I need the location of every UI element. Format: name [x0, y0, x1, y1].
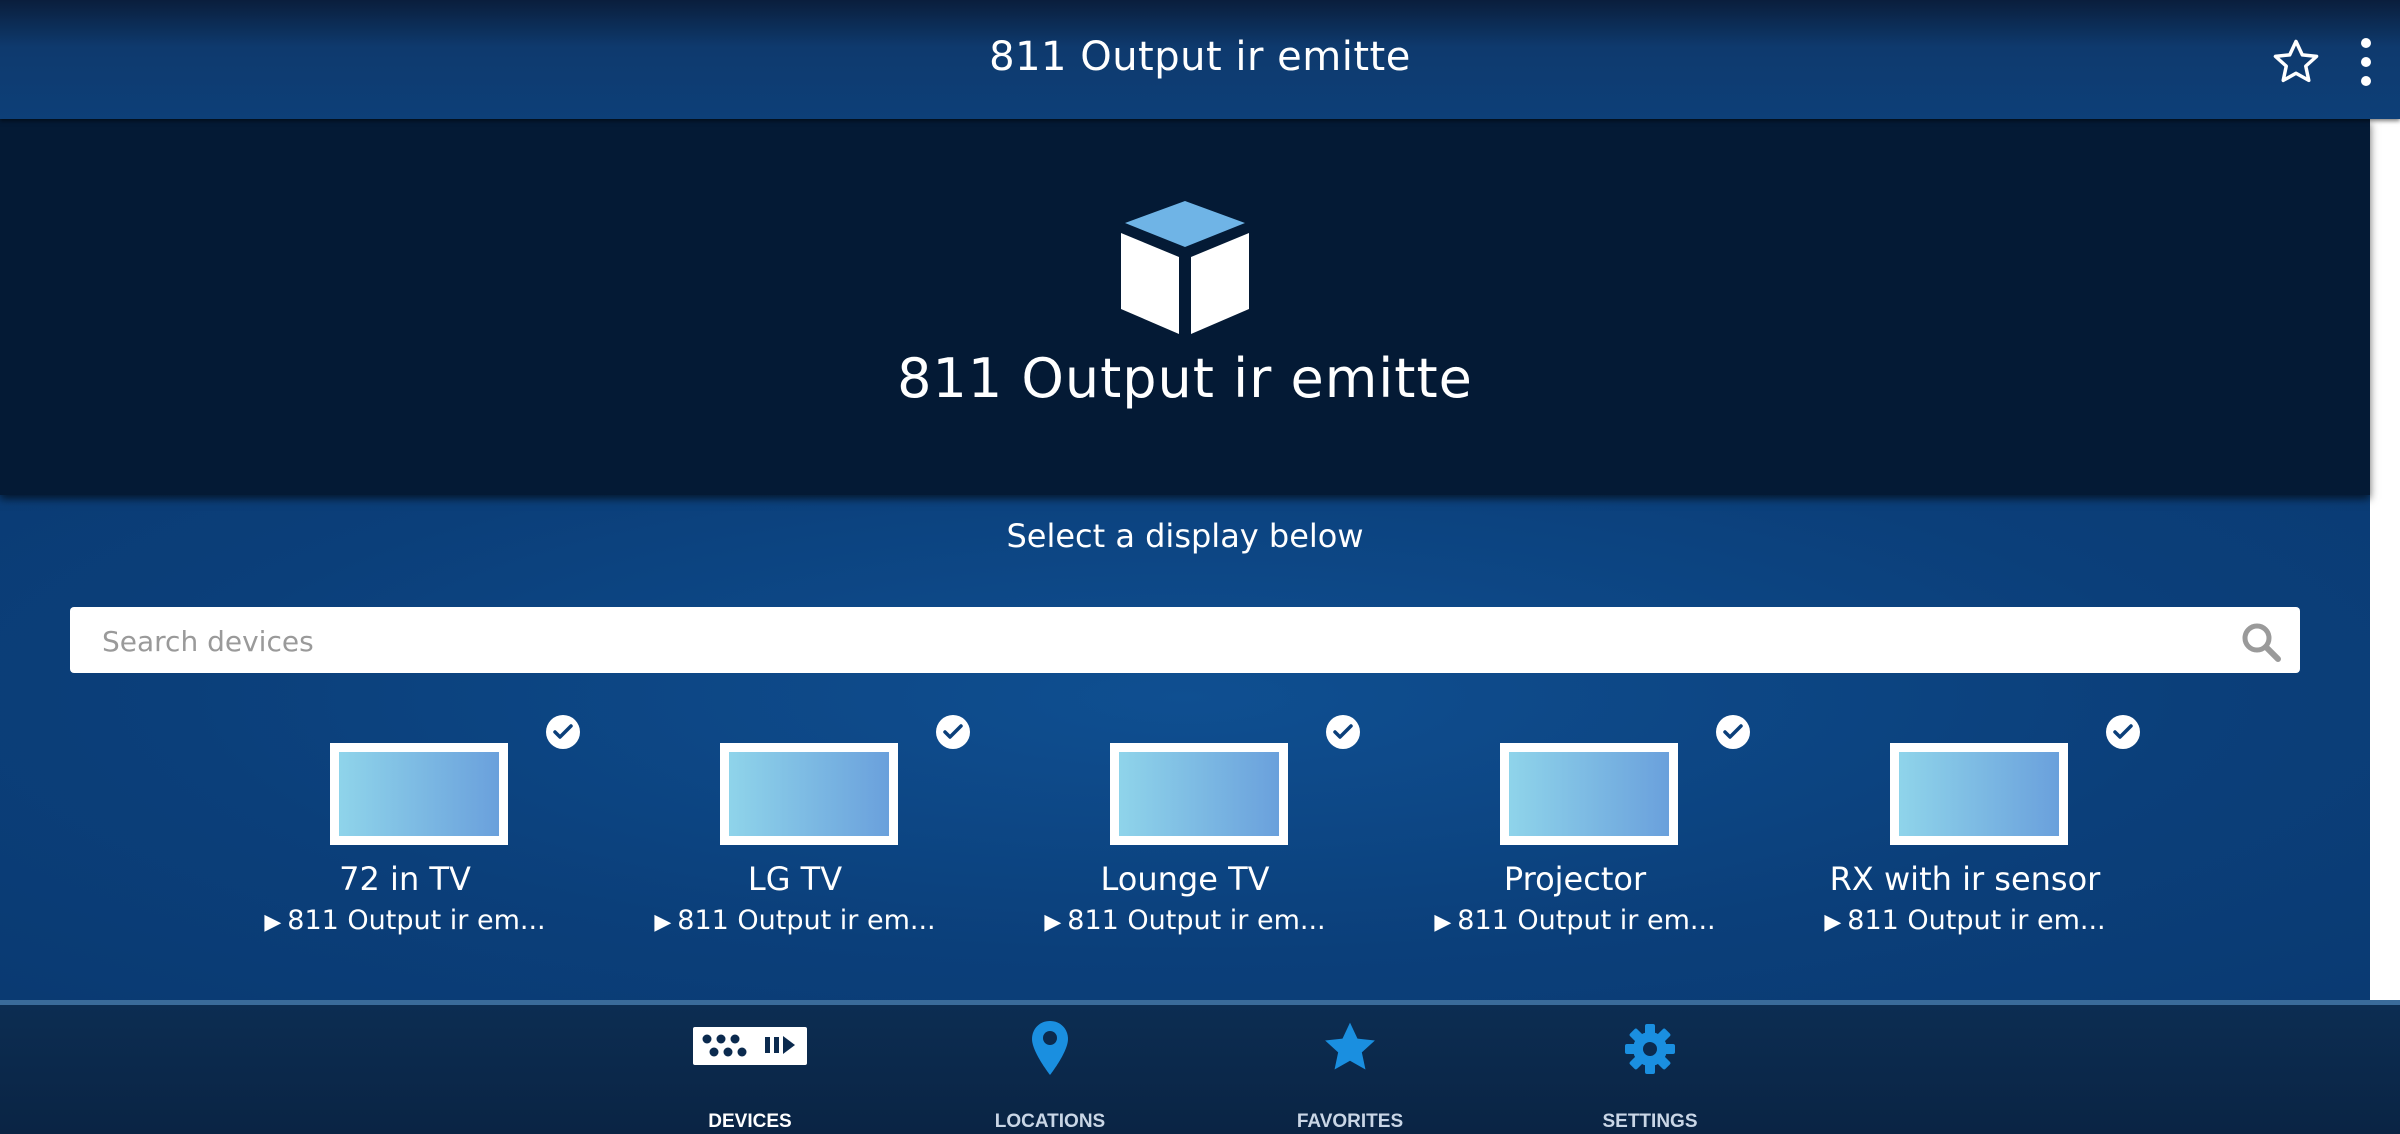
star-outline-icon [2273, 39, 2319, 83]
device-source: ▶ 811 Output ir em... [1824, 905, 2106, 936]
search-box [70, 607, 2300, 675]
check-icon [546, 715, 580, 749]
device-tile[interactable]: RX with ir sensor ▶ 811 Output ir em... [1770, 715, 2160, 955]
display-icon [1890, 743, 2068, 845]
play-icon: ▶ [1824, 910, 1842, 935]
display-selection-panel: Select a display below 72 in TV ▶811 Out… [0, 495, 2370, 1000]
nav-label: DEVICES [708, 1111, 792, 1132]
devices-icon [693, 1027, 807, 1065]
more-vertical-icon [2361, 38, 2371, 86]
device-source: ▶ 811 Output ir em... [264, 905, 546, 936]
search-input[interactable] [100, 607, 2204, 675]
favorite-button[interactable] [2270, 36, 2322, 88]
device-tile[interactable]: LG TV ▶ 811 Output ir em... [600, 715, 990, 955]
device-name: 72 in TV [339, 860, 471, 898]
display-icon [330, 743, 508, 845]
source-hero: 811 Output ir emitte [0, 119, 2370, 495]
device-tile[interactable]: Lounge TV ▶ 811 Output ir em... [990, 715, 1380, 955]
play-icon: ▶ [264, 910, 282, 935]
cube-icon [1121, 201, 1249, 334]
device-source: ▶ 811 Output ir em... [1434, 905, 1716, 936]
app-bar-title: 811 Output ir emitte [989, 34, 1411, 80]
device-name: RX with ir sensor [1829, 860, 2101, 898]
search-icon[interactable] [2240, 621, 2282, 663]
more-options-button[interactable] [2350, 34, 2382, 90]
check-icon [1716, 715, 1750, 749]
display-icon [720, 743, 898, 845]
nav-label: LOCATIONS [994, 1111, 1106, 1132]
device-source: ▶ 811 Output ir em... [1044, 905, 1326, 936]
device-name: Lounge TV [1100, 860, 1270, 898]
check-icon [936, 715, 970, 749]
nav-locations[interactable]: LOCATIONS [950, 1021, 1150, 1132]
star-icon [1325, 1022, 1375, 1070]
display-icon [1110, 743, 1288, 845]
device-tile[interactable]: 72 in TV ▶ 811 Output ir em... [210, 715, 600, 955]
nav-label: FAVORITES [1296, 1111, 1404, 1132]
section-subtitle: Select a display below [1006, 517, 1364, 555]
nav-settings[interactable]: SETTINGS [1550, 1024, 1750, 1132]
scrollbar[interactable] [2370, 119, 2400, 1000]
play-icon: ▶ [654, 910, 672, 935]
device-source: ▶ 811 Output ir em... [654, 905, 936, 936]
device-name: Projector [1503, 860, 1647, 898]
play-icon: ▶ [1434, 910, 1452, 935]
device-name: LG TV [747, 860, 843, 898]
nav-favorites[interactable]: FAVORITES [1250, 1022, 1450, 1132]
nav-label: SETTINGS [1602, 1111, 1698, 1132]
nav-devices[interactable]: DEVICES [650, 1025, 850, 1132]
device-tile[interactable]: Projector ▶ 811 Output ir em... [1380, 715, 1770, 955]
check-icon [1326, 715, 1360, 749]
display-icon [1500, 743, 1678, 845]
gear-icon [1625, 1024, 1675, 1074]
location-pin-icon [1032, 1021, 1068, 1075]
top-app-bar: 811 Output ir emitte [0, 0, 2400, 119]
source-title: 811 Output ir emitte [897, 347, 1473, 410]
check-icon [2106, 715, 2140, 749]
play-icon: ▶ [1044, 910, 1062, 935]
bottom-navigation: DEVICES LOCATIONS FAVORITES SETTINGS [0, 1005, 2400, 1134]
